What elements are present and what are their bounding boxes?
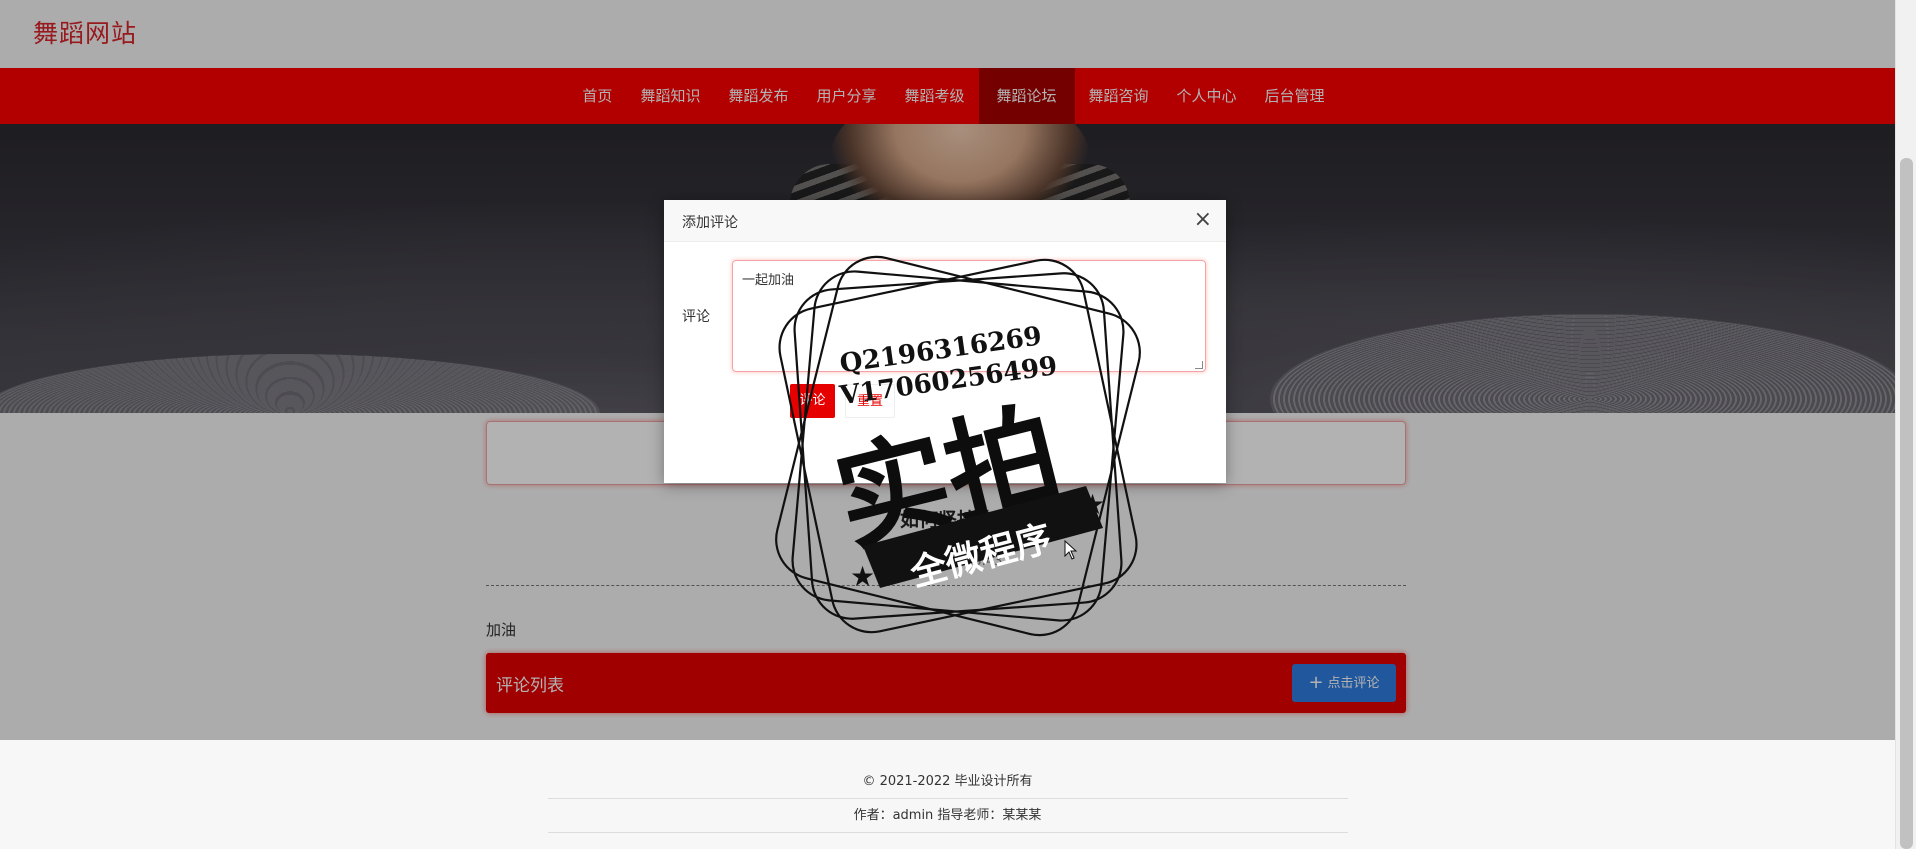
mouse-cursor-icon (1064, 540, 1078, 560)
close-icon[interactable]: × (1194, 208, 1212, 232)
add-comment-dialog: 添加评论 × 评论 一起加油 评论 重置 (664, 200, 1226, 483)
comment-field-label: 评论 (682, 309, 710, 325)
scrollbar-thumb[interactable] (1900, 158, 1913, 849)
submit-comment-button[interactable]: 评论 (790, 384, 835, 418)
footer-divider (548, 798, 1348, 799)
footer-divider-bottom (548, 832, 1348, 833)
dialog-title: 添加评论 (682, 215, 738, 231)
comment-textarea[interactable]: 一起加油 (732, 260, 1206, 372)
site-footer: © 2021-2022 毕业设计所有 作者：admin 指导老师：某某某 (0, 740, 1895, 849)
reset-button[interactable]: 重置 (845, 384, 895, 418)
dialog-header: 添加评论 × (664, 200, 1226, 242)
resize-handle-icon[interactable] (1195, 361, 1203, 369)
footer-copyright: © 2021-2022 毕业设计所有 (862, 774, 1033, 789)
comment-textarea-value: 一起加油 (742, 273, 795, 288)
footer-credits: 作者：admin 指导老师：某某某 (853, 808, 1042, 823)
page-scrollbar[interactable] (1895, 0, 1916, 849)
